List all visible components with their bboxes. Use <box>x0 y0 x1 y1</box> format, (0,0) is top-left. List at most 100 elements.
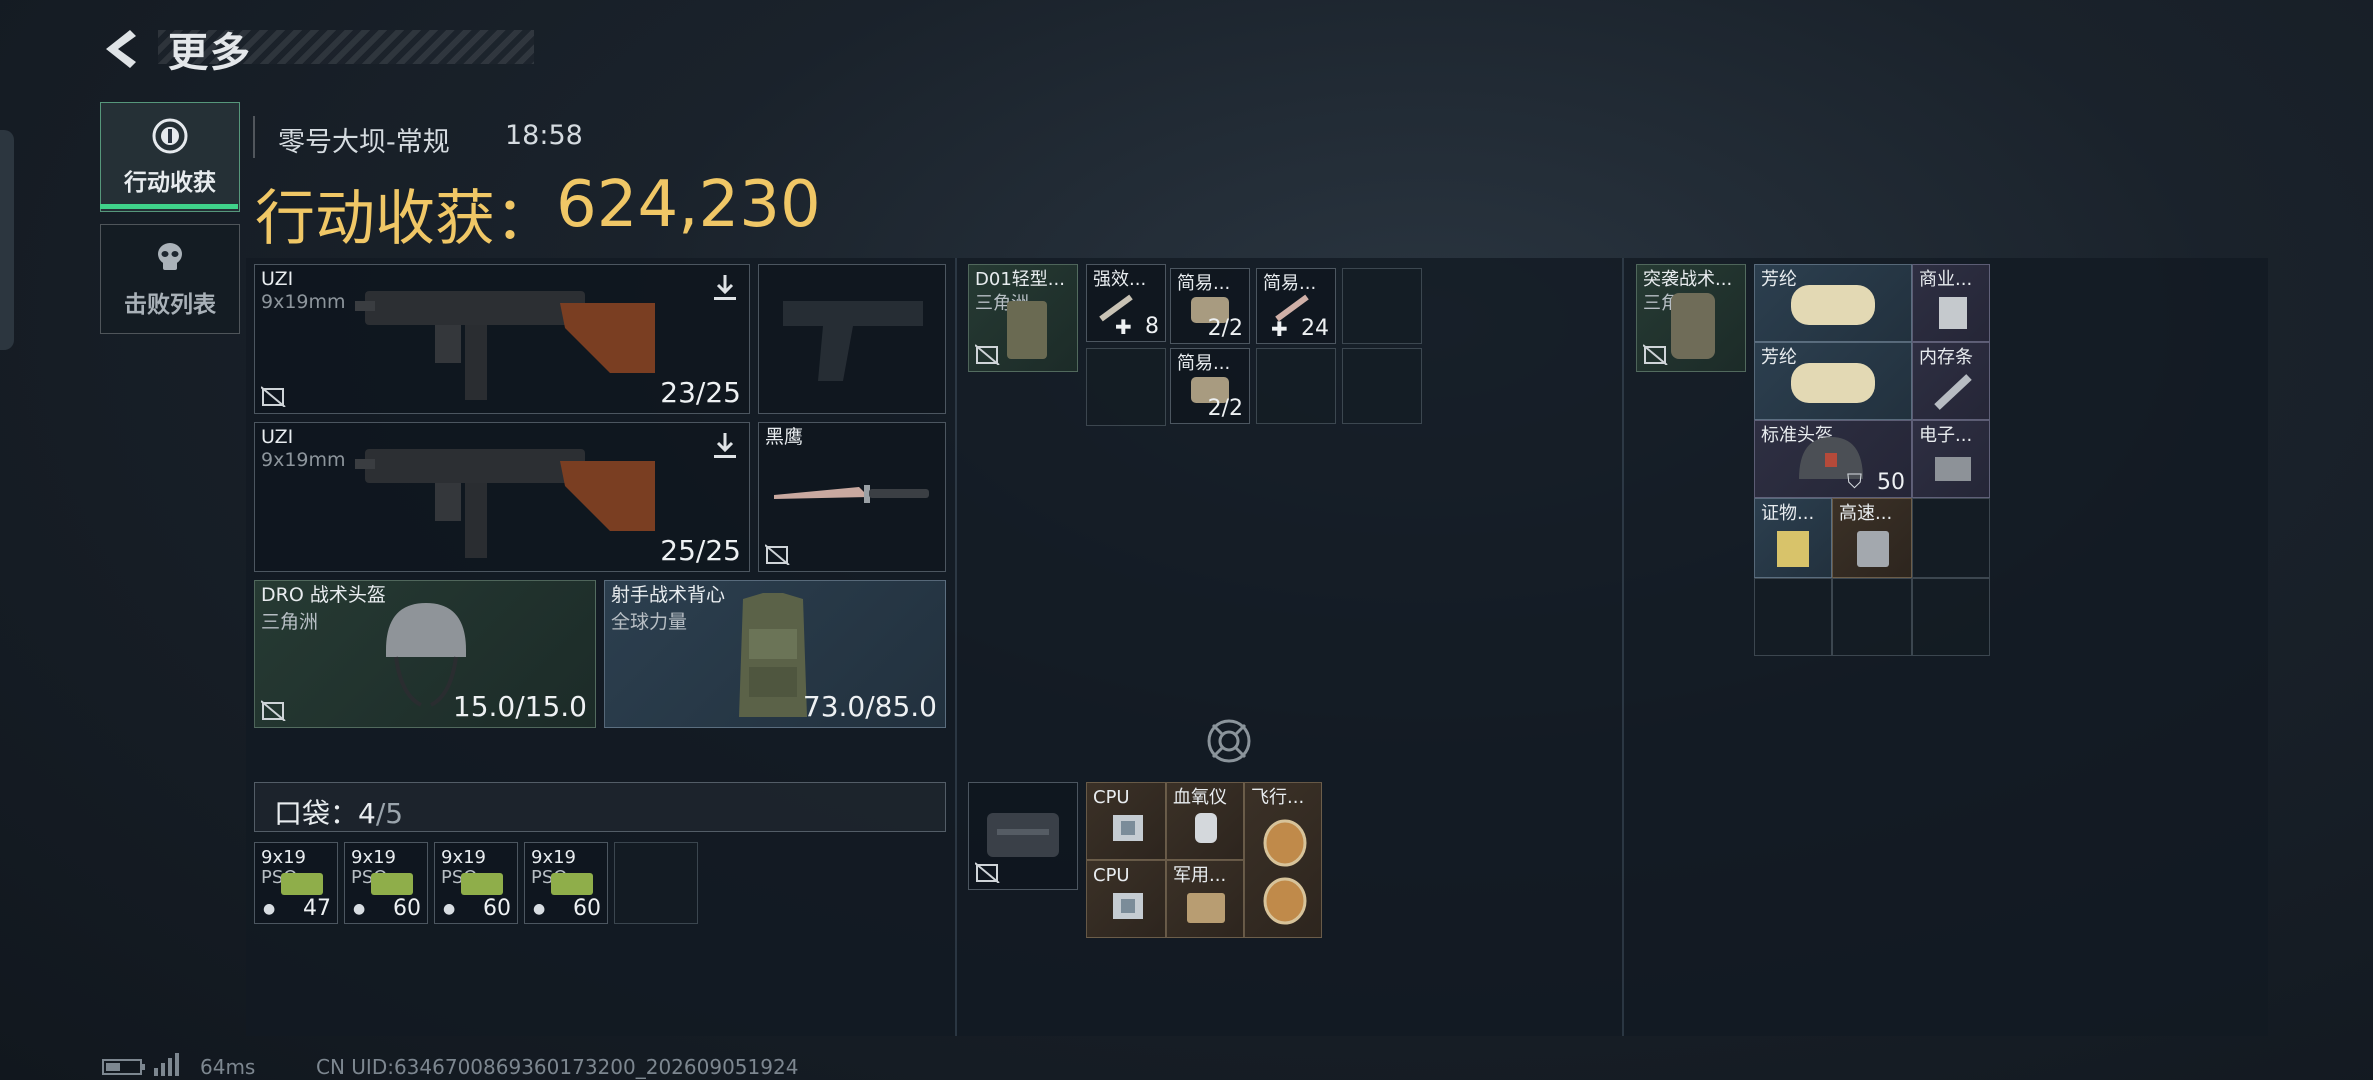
backpack-item-aramid[interactable]: 芳纶 <box>1754 342 1912 420</box>
no-insurance-icon <box>1643 344 1668 365</box>
ammo-box-icon <box>281 873 323 895</box>
oximeter-icon <box>1195 813 1217 843</box>
item-name: 血氧仪 <box>1173 787 1227 808</box>
item-name: 简易... <box>1177 353 1231 374</box>
item-name: 简易... <box>1177 273 1231 294</box>
pocket-capacity: 口袋：4/5 <box>274 792 403 832</box>
cpu-icon <box>1113 893 1143 919</box>
rig-item-syringe[interactable]: 简易... ✚ 24 <box>1256 268 1336 344</box>
circuit-icon <box>1935 457 1971 481</box>
rig-item-medkit[interactable]: 简易... 2/2 <box>1170 268 1250 344</box>
pocket-slot-empty[interactable] <box>614 842 698 924</box>
armor-durability: 73.0/85.0 <box>802 690 937 723</box>
rig-slot-empty[interactable] <box>1342 348 1422 424</box>
backpack-item-commercial[interactable]: 商业... <box>1912 264 1990 342</box>
sunglasses-icon <box>1263 819 1307 925</box>
backpack-slot-empty[interactable] <box>1912 578 1990 656</box>
weapon-slot-primary[interactable]: UZI 9x19mm 23/25 <box>254 264 750 414</box>
helmet-name: DRO 战术头盔 <box>261 584 386 606</box>
rig-item-injector[interactable]: 强效... ✚ 8 <box>1086 264 1166 342</box>
item-name: 军用... <box>1173 865 1227 886</box>
secure-case-slot[interactable] <box>968 782 1078 890</box>
case-item-military[interactable]: 军用... <box>1166 860 1244 938</box>
page-title: 更多 <box>168 30 252 76</box>
ammo-box-icon <box>551 873 593 895</box>
chest-rig-icon <box>1007 301 1047 359</box>
armor-slot[interactable]: 射手战术背心 全球力量 73.0/85.0 <box>604 580 946 728</box>
no-insurance-icon <box>261 386 286 407</box>
armor-shield-icon: ⛉ <box>1847 469 1862 493</box>
backpack-slot-empty[interactable] <box>1832 578 1912 656</box>
fabric-roll-icon <box>1791 285 1875 325</box>
item-name: 商业... <box>1919 269 1973 290</box>
ammo-count: 60 <box>573 896 601 921</box>
tab-kills[interactable]: 击败列表 <box>100 224 240 334</box>
backpack-item-helmet[interactable]: 标准头盔 ⛉ 50 <box>1754 420 1912 498</box>
ammo-box-icon <box>461 873 503 895</box>
knife-icon <box>774 485 929 503</box>
weapon-slot-secondary[interactable]: UZI 9x19mm 25/25 <box>254 422 750 572</box>
melee-slot[interactable]: 黑鹰 <box>758 422 946 572</box>
item-name: CPU <box>1093 865 1130 886</box>
rig-slot-empty[interactable] <box>1086 348 1166 426</box>
uzi-weapon-icon <box>355 291 655 400</box>
backpack-slot[interactable]: 突袭战术... 三角洲 <box>1636 264 1746 372</box>
backpack-item-highspeed[interactable]: 高速... <box>1832 498 1912 578</box>
no-insurance-icon <box>975 862 1000 883</box>
pistol-placeholder-icon <box>783 301 923 381</box>
case-item-oximeter[interactable]: 血氧仪 <box>1166 782 1244 860</box>
secure-case-icon <box>987 813 1059 857</box>
case-item-cpu[interactable]: CPU <box>1086 782 1166 860</box>
item-name: 内存条 <box>1919 347 1973 368</box>
column-divider <box>1622 258 1624 1036</box>
download-icon[interactable] <box>711 431 739 461</box>
backpack-slot-empty[interactable] <box>1754 578 1832 656</box>
backpack-slot-empty[interactable] <box>1912 498 1990 578</box>
loot-value: 624,230 <box>556 168 821 242</box>
pocket-item-ammo[interactable]: 9x19 PSO ● 47 <box>254 842 338 924</box>
chest-rig-slot[interactable]: D01轻型... 三角洲 <box>968 264 1078 372</box>
download-icon[interactable] <box>711 273 739 303</box>
pocket-item-ammo[interactable]: 9x19 PSO ● 60 <box>524 842 608 924</box>
pocket-item-ammo[interactable]: 9x19 PSO ● 60 <box>344 842 428 924</box>
target-icon <box>1207 719 1251 763</box>
backpack-item-electronic[interactable]: 电子... <box>1912 420 1990 498</box>
no-insurance-icon <box>975 344 1000 365</box>
ammo-count: 60 <box>483 896 511 921</box>
medical-cross-icon: ✚ <box>1271 317 1288 341</box>
rig-slot-empty[interactable] <box>1342 268 1422 344</box>
fabric-roll-icon <box>1791 363 1875 403</box>
rig-slot-empty[interactable] <box>1256 348 1336 424</box>
helmet-brand: 三角洲 <box>261 611 319 633</box>
weapon-ammo-type: 9x19mm <box>261 291 346 313</box>
military-device-icon <box>1187 893 1225 923</box>
medical-cross-icon: ✚ <box>1115 315 1132 339</box>
case-item-aviator-glasses[interactable]: 飞行... <box>1244 782 1322 938</box>
helmet-slot[interactable]: DRO 战术头盔 三角洲 15.0/15.0 <box>254 580 596 728</box>
tab-loot[interactable]: 行动收获 <box>100 102 240 212</box>
loot-icon <box>152 118 188 154</box>
ammo-count: 60 <box>393 896 421 921</box>
ammo-box-icon <box>371 873 413 895</box>
item-count: 24 <box>1301 316 1329 341</box>
case-item-cpu[interactable]: CPU <box>1086 860 1166 938</box>
tab-active-indicator <box>100 204 238 209</box>
bullet-icon: ● <box>263 901 276 917</box>
backpack-icon <box>1671 293 1715 359</box>
item-name: 强效... <box>1093 269 1147 290</box>
pocket-item-ammo[interactable]: 9x19 PSO ● 60 <box>434 842 518 924</box>
item-count: 2/2 <box>1207 316 1243 341</box>
back-arrow-icon[interactable] <box>100 26 146 72</box>
rig-item-medkit[interactable]: 简易... 2/2 <box>1170 348 1250 424</box>
loot-label: 行动收获： <box>255 184 555 254</box>
backpack-item-memory[interactable]: 内存条 <box>1912 342 1990 420</box>
ammo-name: 9x19 <box>351 847 397 868</box>
drive-icon <box>1857 531 1889 567</box>
backpack-item-evidence[interactable]: 证物... <box>1754 498 1832 578</box>
pistol-slot-empty[interactable] <box>758 264 946 414</box>
no-insurance-icon <box>765 544 790 565</box>
side-edge-tab[interactable] <box>0 130 14 350</box>
ammo-count: 47 <box>303 896 331 921</box>
weapon-ammo-count: 23/25 <box>660 376 741 409</box>
backpack-item-aramid[interactable]: 芳纶 <box>1754 264 1912 342</box>
